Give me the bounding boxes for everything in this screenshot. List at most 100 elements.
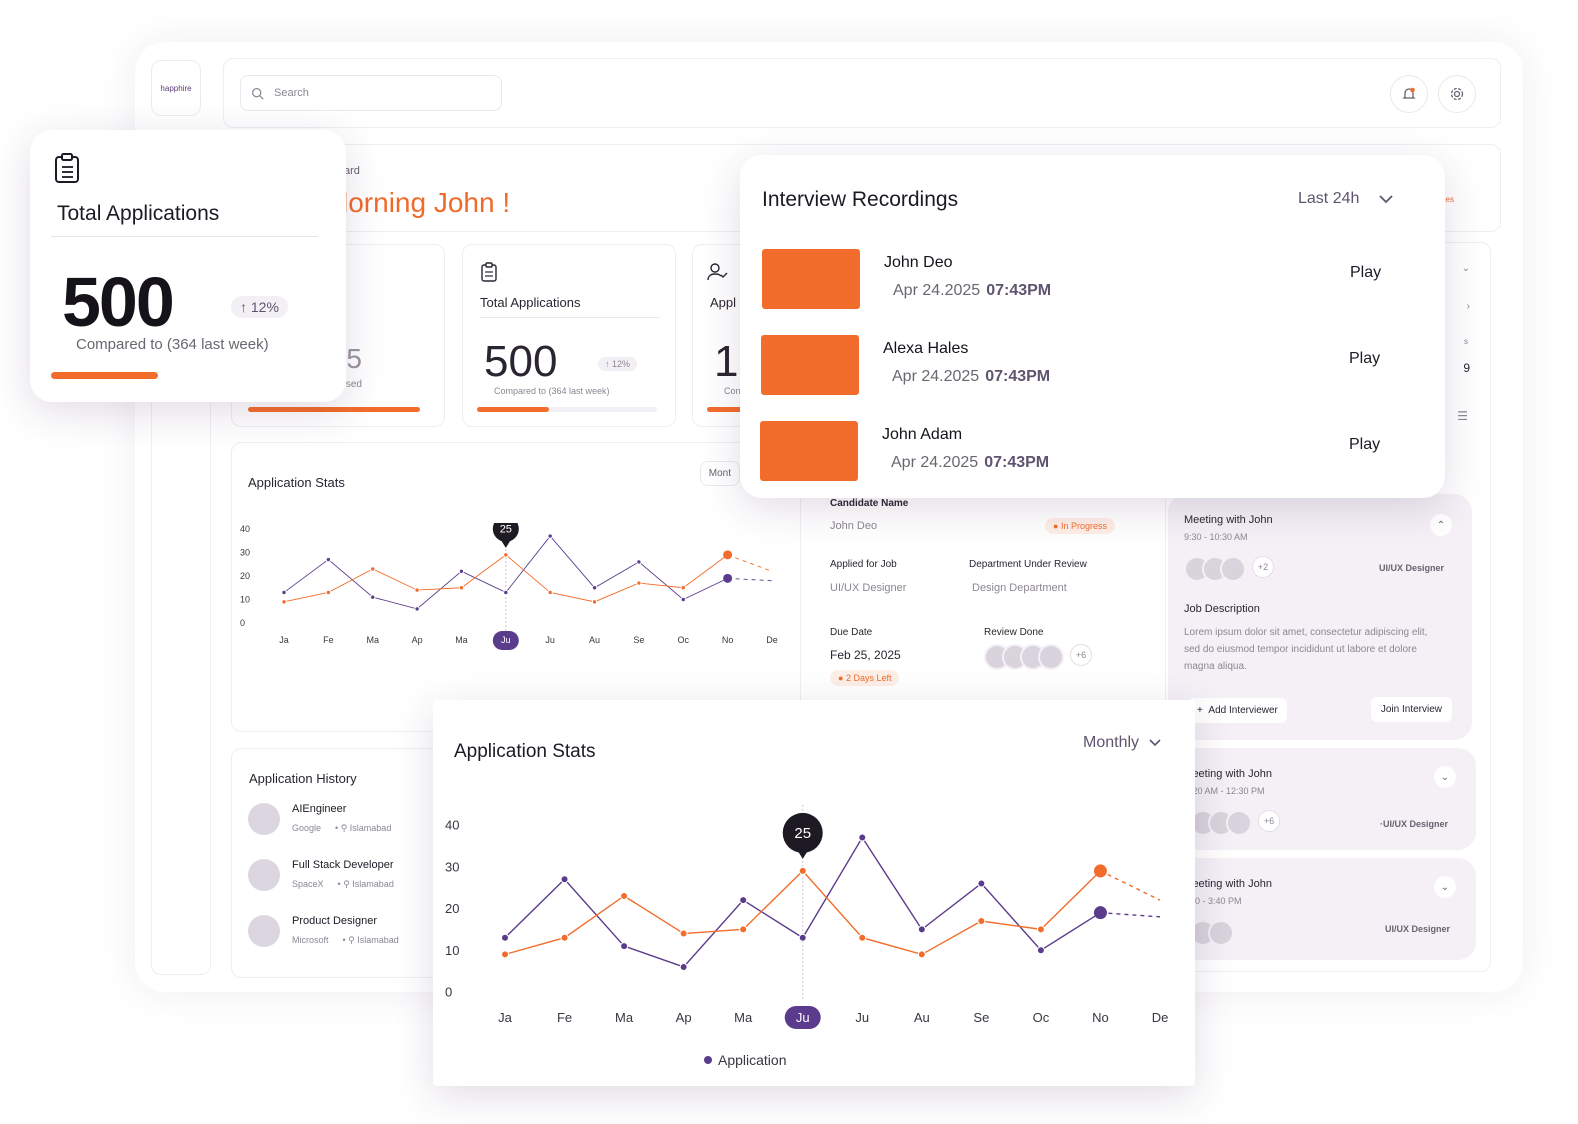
recording-row: John Adam Apr 24.2025 07:43PM Play <box>760 421 1400 481</box>
series-projection-line <box>727 554 773 572</box>
play-button[interactable]: Play <box>1350 264 1381 282</box>
stat-label: Appl <box>710 295 737 310</box>
history-item[interactable]: Product Designer Microsoft • ⚲ Islamabad <box>248 915 448 947</box>
calendar-day: 9 <box>1463 361 1470 375</box>
y-tick-label: 10 <box>445 943 459 958</box>
notification-button[interactable] <box>1390 75 1428 113</box>
interview-recordings-card: Interview Recordings Last 24h John Deo A… <box>740 155 1445 498</box>
data-point <box>547 589 553 596</box>
x-tick-label: Se <box>633 635 644 645</box>
data-point <box>680 585 686 591</box>
meeting-card[interactable]: leeting with John :20 AM - 12:30 PM ⌄ +6… <box>1168 748 1476 850</box>
data-point <box>636 580 642 586</box>
arrow-up-icon: ↑ <box>240 299 247 315</box>
due-label: Due Date <box>830 627 873 638</box>
clipboard-icon <box>55 153 79 183</box>
user-check-icon <box>707 263 728 281</box>
data-point <box>739 896 748 905</box>
x-tick-label: De <box>766 635 778 645</box>
x-tick-label: Ju <box>501 635 511 645</box>
reviewer-avatars: +6 <box>984 644 1092 670</box>
candidate-name-label: Candidate Name <box>830 498 909 509</box>
play-button[interactable]: Play <box>1349 436 1380 454</box>
settings-button[interactable] <box>1438 75 1476 113</box>
avatar <box>1226 810 1252 836</box>
period-select[interactable]: Mont <box>699 461 740 486</box>
x-tick-label: Ju <box>545 635 555 645</box>
app-logo[interactable]: happhire <box>151 60 201 116</box>
filter-label: Last 24h <box>1298 190 1360 207</box>
avatar <box>248 803 280 835</box>
y-tick-label: 0 <box>445 985 452 1000</box>
collapse-button[interactable]: ⌃ <box>1430 514 1452 536</box>
x-tick-label: No <box>1092 1010 1109 1025</box>
recording-thumbnail[interactable] <box>762 249 860 309</box>
stat-label: Total Applications <box>480 295 581 310</box>
chevron-right-icon[interactable]: › <box>1467 301 1470 312</box>
calendar-label: s <box>1464 337 1468 346</box>
data-point <box>591 585 598 591</box>
meeting-role: UI/UX Designer <box>1378 563 1444 573</box>
job-label: Applied for Job <box>830 559 897 570</box>
data-point <box>798 866 807 875</box>
candidate-name: John Adam <box>882 426 963 443</box>
more-count: +2 <box>1252 556 1274 578</box>
stat-value: 500 <box>484 337 558 386</box>
recording-thumbnail[interactable] <box>761 335 859 395</box>
x-tick-label: Au <box>914 1010 930 1025</box>
play-button[interactable]: Play <box>1349 350 1380 368</box>
change-value: 12% <box>612 359 631 369</box>
y-tick-label: 10 <box>240 595 250 605</box>
meeting-card-expanded[interactable]: Meeting with John 9:30 - 10:30 AM ⌃ +2 U… <box>1168 494 1472 740</box>
filter-icon[interactable]: ☰ <box>1457 409 1468 423</box>
search-input[interactable]: Search <box>240 75 502 111</box>
data-point <box>917 950 926 959</box>
stat-card-total-applications: Total Applications 500 ↑ 12% Compared to… <box>462 244 676 427</box>
meeting-card[interactable]: leeting with John 00 - 3:40 PM ⌄ UI/UX D… <box>1168 858 1476 960</box>
history-location: • ⚲ Islamabad <box>337 879 394 889</box>
data-point <box>858 933 867 942</box>
history-item[interactable]: AIEngineer Google • ⚲ Islamabad <box>248 803 448 835</box>
data-point <box>560 875 569 884</box>
y-tick-label: 0 <box>240 618 245 628</box>
avatar <box>1208 920 1234 946</box>
data-point <box>591 599 598 605</box>
add-interviewer-button[interactable]: + Add Interviewer <box>1188 698 1287 723</box>
progress-track <box>51 372 318 379</box>
data-point <box>620 891 629 900</box>
history-card: Application History AIEngineer Google • ⚲… <box>231 748 451 978</box>
chevron-down-icon: ⌄ <box>1440 771 1450 783</box>
time-filter-select[interactable]: Last 24h <box>1298 190 1394 208</box>
expand-button[interactable]: ⌄ <box>1434 766 1456 788</box>
meeting-time: 9:30 - 10:30 AM <box>1184 532 1248 542</box>
x-tick-label: Oc <box>1033 1010 1050 1025</box>
y-tick-label: 30 <box>445 859 459 874</box>
data-point <box>739 925 748 934</box>
job-description-label: Job Description <box>1184 603 1260 615</box>
data-point <box>370 566 376 572</box>
candidate-card: Candidate Name John Deo ● In Progress Ap… <box>815 482 1133 692</box>
plus-icon: + <box>1197 705 1203 716</box>
y-tick-label: 20 <box>240 571 250 581</box>
data-point <box>917 925 926 934</box>
chart-title: Application Stats <box>454 741 596 762</box>
more-count: +6 <box>1258 810 1280 832</box>
x-tick-label: Ma <box>366 635 379 645</box>
history-role: Product Designer <box>292 915 377 927</box>
history-location-text: Islamabad <box>357 935 399 945</box>
data-point <box>1036 946 1045 955</box>
recording-thumbnail[interactable] <box>760 421 858 481</box>
join-interview-button[interactable]: Join Interview <box>1370 697 1452 722</box>
application-stats-card: Application Stats Monthly 0 10 20 30 40 Ja Fe M… <box>433 700 1195 1086</box>
legend-marker <box>704 1056 712 1064</box>
chevron-down-icon[interactable]: ⌄ <box>1462 263 1470 274</box>
more-count: +6 <box>1070 644 1092 666</box>
history-location: • ⚲ Islamabad <box>335 823 392 833</box>
stat-note: sed <box>345 379 362 390</box>
history-item[interactable]: Full Stack Developer SpaceX • ⚲ Islamabad <box>248 859 448 891</box>
recording-date: Apr 24.2025 07:43PM <box>893 282 1051 300</box>
period-select[interactable]: Monthly <box>1083 734 1161 752</box>
data-point <box>680 596 686 603</box>
expand-button[interactable]: ⌄ <box>1434 876 1456 898</box>
history-company: Google <box>292 823 322 833</box>
